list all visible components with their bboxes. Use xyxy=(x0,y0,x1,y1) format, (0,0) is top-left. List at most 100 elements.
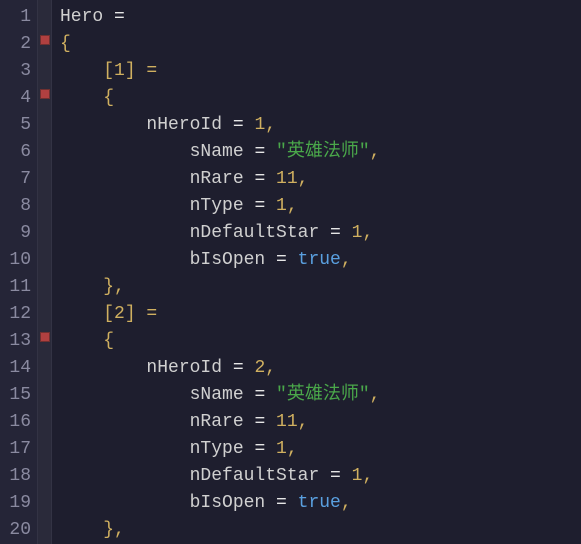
code-line[interactable]: nRare = 11, xyxy=(60,166,581,193)
number: 1 xyxy=(352,223,363,243)
comma: , xyxy=(341,250,352,270)
field: nDefaultStar xyxy=(60,223,319,243)
number: 1 xyxy=(276,439,287,459)
code-line[interactable]: bIsOpen = true, xyxy=(60,490,581,517)
field: nDefaultStar xyxy=(60,466,319,486)
code-line[interactable]: nDefaultStar = 1, xyxy=(60,463,581,490)
field: bIsOpen xyxy=(60,250,265,270)
number: 2 xyxy=(114,304,125,324)
code-line[interactable]: }, xyxy=(60,274,581,301)
code-line[interactable]: nType = 1, xyxy=(60,193,581,220)
comma: , xyxy=(265,115,276,135)
line-number: 4 xyxy=(4,85,31,112)
comma: , xyxy=(362,466,373,486)
line-number-gutter: 1 2 3 4 5 6 7 8 9 10 11 12 13 14 15 16 1… xyxy=(0,0,38,544)
operator: = xyxy=(103,7,135,27)
boolean: true xyxy=(298,250,341,270)
code-line[interactable]: nType = 1, xyxy=(60,436,581,463)
comma: , xyxy=(341,493,352,513)
operator: = xyxy=(222,358,254,378)
identifier: Hero xyxy=(60,7,103,27)
code-line[interactable]: nDefaultStar = 1, xyxy=(60,220,581,247)
bracket: ] = xyxy=(125,61,157,81)
code-line[interactable]: Hero = xyxy=(60,4,581,31)
comma: , xyxy=(287,439,298,459)
code-line[interactable]: sName = "英雄法师", xyxy=(60,382,581,409)
code-line[interactable]: nHeroId = 2, xyxy=(60,355,581,382)
field: sName xyxy=(60,142,244,162)
fold-column xyxy=(38,0,52,544)
bracket: [ xyxy=(60,304,114,324)
operator: = xyxy=(244,439,276,459)
string: "英雄法师" xyxy=(276,142,370,162)
code-line[interactable]: [2] = xyxy=(60,301,581,328)
boolean: true xyxy=(298,493,341,513)
code-line[interactable]: { xyxy=(60,31,581,58)
fold-marker-icon[interactable] xyxy=(40,35,50,45)
code-line[interactable]: { xyxy=(60,328,581,355)
fold-marker-icon[interactable] xyxy=(40,89,50,99)
code-line[interactable]: sName = "英雄法师", xyxy=(60,139,581,166)
code-area[interactable]: Hero = { [1] = { nHeroId = 1, sName = "英… xyxy=(52,0,581,544)
line-number: 16 xyxy=(4,409,31,436)
brace: { xyxy=(60,331,114,351)
line-number: 5 xyxy=(4,112,31,139)
line-number: 13 xyxy=(4,328,31,355)
line-number: 18 xyxy=(4,463,31,490)
code-editor[interactable]: 1 2 3 4 5 6 7 8 9 10 11 12 13 14 15 16 1… xyxy=(0,0,581,544)
operator: = xyxy=(222,115,254,135)
line-number: 1 xyxy=(4,4,31,31)
comma: , xyxy=(265,358,276,378)
comma: , xyxy=(362,223,373,243)
line-number: 10 xyxy=(4,247,31,274)
field: nRare xyxy=(60,169,244,189)
comma: , xyxy=(298,169,309,189)
code-line[interactable]: bIsOpen = true, xyxy=(60,247,581,274)
number: 1 xyxy=(254,115,265,135)
field: nHeroId xyxy=(60,358,222,378)
operator: = xyxy=(244,196,276,216)
number: 11 xyxy=(276,412,298,432)
code-line[interactable]: nRare = 11, xyxy=(60,409,581,436)
fold-marker-icon[interactable] xyxy=(40,332,50,342)
number: 1 xyxy=(276,196,287,216)
comma: , xyxy=(370,385,381,405)
comma: , xyxy=(298,412,309,432)
comma: , xyxy=(287,196,298,216)
brace: { xyxy=(60,88,114,108)
code-line[interactable]: { xyxy=(60,85,581,112)
field: nType xyxy=(60,196,244,216)
line-number: 20 xyxy=(4,517,31,544)
brace: { xyxy=(60,34,71,54)
number: 2 xyxy=(254,358,265,378)
number: 11 xyxy=(276,169,298,189)
operator: = xyxy=(244,385,276,405)
line-number: 3 xyxy=(4,58,31,85)
brace: }, xyxy=(60,520,125,540)
code-line[interactable]: [1] = xyxy=(60,58,581,85)
line-number: 7 xyxy=(4,166,31,193)
line-number: 14 xyxy=(4,355,31,382)
operator: = xyxy=(244,142,276,162)
operator: = xyxy=(265,493,297,513)
brace: }, xyxy=(60,277,125,297)
bracket: [ xyxy=(60,61,114,81)
line-number: 17 xyxy=(4,436,31,463)
line-number: 11 xyxy=(4,274,31,301)
number: 1 xyxy=(114,61,125,81)
line-number: 12 xyxy=(4,301,31,328)
operator: = xyxy=(244,169,276,189)
field: nType xyxy=(60,439,244,459)
string: "英雄法师" xyxy=(276,385,370,405)
bracket: ] = xyxy=(125,304,157,324)
field: nHeroId xyxy=(60,115,222,135)
line-number: 15 xyxy=(4,382,31,409)
line-number: 2 xyxy=(4,31,31,58)
operator: = xyxy=(244,412,276,432)
field: bIsOpen xyxy=(60,493,265,513)
line-number: 9 xyxy=(4,220,31,247)
code-line[interactable]: }, xyxy=(60,517,581,544)
operator: = xyxy=(319,466,351,486)
code-line[interactable]: nHeroId = 1, xyxy=(60,112,581,139)
line-number: 6 xyxy=(4,139,31,166)
